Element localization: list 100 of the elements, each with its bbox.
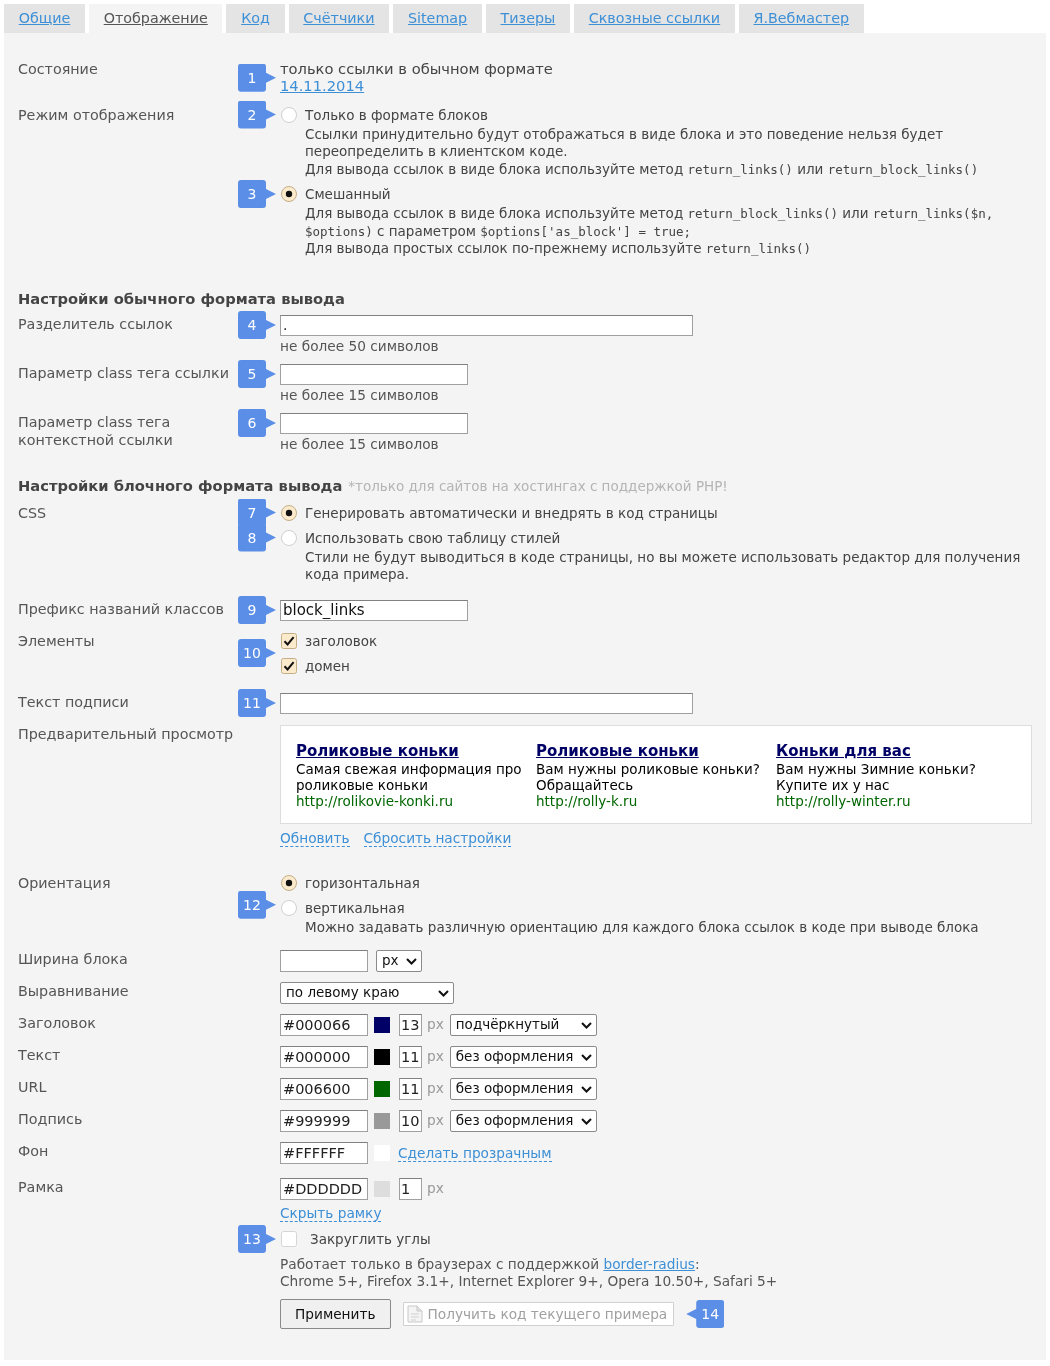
decoration-dropdown[interactable]: подчёркнутый: [449, 1014, 597, 1036]
field-label: Текст подписи: [18, 692, 129, 711]
ad-url-link[interactable]: http://rolikovie-konki.ru: [296, 792, 453, 810]
text-input[interactable]: #006600: [280, 1078, 368, 1100]
decoration-dropdown[interactable]: без оформления: [449, 1078, 597, 1100]
hint-text: не более 15 символов: [280, 435, 440, 453]
option-label: горизонтальная: [305, 873, 420, 892]
section-title: Настройки блочного формата вывода: [18, 476, 343, 494]
text-input[interactable]: 10: [399, 1110, 422, 1132]
text-input[interactable]: #DDDDDD: [280, 1178, 368, 1200]
number-callout: 3: [238, 180, 276, 208]
text-input[interactable]: [280, 950, 368, 972]
unit-label: px: [427, 1016, 444, 1034]
checkbox-label: домен: [305, 656, 350, 675]
ad-title-link[interactable]: Роликовые коньки: [296, 741, 459, 761]
section-title: Настройки обычного формата вывода: [18, 289, 345, 307]
text-input[interactable]: 1: [399, 1178, 422, 1200]
field-label: Ориентация: [18, 873, 111, 892]
text-input[interactable]: #000066: [280, 1014, 368, 1036]
checkbox[interactable]: [281, 1231, 297, 1247]
checkbox-label: Закруглить углы: [310, 1230, 431, 1248]
chevron-down-icon: [580, 1021, 592, 1029]
document-icon: [406, 1305, 423, 1323]
text-input[interactable]: 13: [399, 1014, 422, 1036]
text-input[interactable]: 11: [399, 1078, 422, 1100]
align-dropdown[interactable]: по левому краю: [280, 982, 454, 1004]
description-text: Для вывода ссылок в виде блока используйте метод return_links() или return_block_links(): [304, 160, 980, 178]
text-input[interactable]: 11: [399, 1046, 422, 1068]
ad-text: Вам нужны Зимние коньки? Купите их у нас: [776, 760, 977, 793]
number-callout: 9: [238, 596, 276, 624]
hint-text: не более 15 символов: [280, 386, 440, 404]
field-label: Разделитель ссылок: [18, 314, 173, 333]
field-label: Ширина блока: [18, 950, 128, 968]
checkbox[interactable]: [281, 657, 297, 674]
option-label: Использовать свою таблицу стилей: [305, 528, 561, 547]
radio-button[interactable]: [281, 529, 297, 546]
tab[interactable]: Отображение: [89, 4, 223, 33]
unit-dropdown[interactable]: px: [376, 950, 422, 972]
hint-text: не более 50 символов: [280, 337, 440, 355]
option-label: Только в формате блоков: [305, 105, 488, 124]
number-callout: 13: [238, 1225, 276, 1253]
description-text: Для вывода простых ссылок по-прежнему используйте return_links(): [304, 240, 813, 258]
number-callout: 5: [238, 360, 276, 388]
unit-label: px: [427, 1180, 444, 1198]
radio-button[interactable]: [281, 106, 297, 123]
number-callout: 6: [238, 409, 276, 437]
browser-list: Chrome 5+, Firefox 3.1+, Internet Explorer 9+, Opera 10.50+, Safari 5+: [280, 1273, 1032, 1290]
radio-button[interactable]: [281, 899, 297, 916]
radio-button[interactable]: [281, 186, 297, 202]
ad-title-link[interactable]: Коньки для вас: [776, 741, 911, 761]
unit-label: px: [427, 1112, 444, 1130]
field-label: Подпись: [18, 1110, 83, 1128]
submit-button[interactable]: Применить: [280, 1299, 391, 1329]
field-label: Предварительный просмотр: [18, 724, 234, 743]
field-label: Фон: [18, 1142, 49, 1160]
chevron-down-icon: [580, 1117, 592, 1125]
ad-url-link[interactable]: http://rolly-winter.ru: [776, 792, 911, 810]
number-callout: 4: [238, 311, 276, 339]
field-label: Элементы: [18, 631, 95, 650]
option-label: Генерировать автоматически и внедрять в код страницы: [305, 503, 718, 522]
chevron-down-icon: [438, 989, 449, 997]
decoration-dropdown[interactable]: без оформления: [449, 1110, 597, 1132]
text-input[interactable]: #999999: [280, 1110, 368, 1132]
number-callout: 14: [686, 1300, 725, 1328]
text-input[interactable]: [280, 363, 468, 385]
description-text: Стили не будут выводиться в коде страницы, но вы можете использовать редактор для получения кода примера.: [304, 548, 1022, 584]
checkbox[interactable]: [281, 632, 297, 649]
ad-text: Самая свежая информация про роликовые коньки: [296, 760, 523, 793]
text-input[interactable]: [280, 412, 468, 434]
number-callout: 11: [238, 689, 276, 717]
checkbox-label: заголовок: [305, 631, 378, 650]
description-text: Для вывода ссылок в виде блока используйте метод return_block_links() или return_links($n, $options) с параметром $options['as_block'] = true;: [304, 205, 995, 240]
field-label: Параметр class тега контекстной ссылки: [18, 412, 174, 449]
option-label: Смешанный: [305, 185, 391, 203]
radio-button[interactable]: [281, 504, 297, 521]
text-input[interactable]: [280, 692, 693, 714]
field-label: URL: [18, 1078, 47, 1096]
number-callout: 7: [238, 498, 276, 527]
text-input[interactable]: #FFFFFF: [280, 1142, 368, 1164]
text-input[interactable]: .: [280, 314, 693, 336]
ad-title-link[interactable]: Роликовые коньки: [536, 741, 699, 761]
description-text: Ссылки принудительно будут отображаться в виде блока и это поведение нельзя будет переопределить в клиентском коде.: [304, 125, 945, 161]
decoration-dropdown[interactable]: без оформления: [449, 1046, 597, 1068]
number-callout: 12: [238, 890, 276, 919]
chevron-down-icon: [580, 1085, 592, 1093]
field-label: Рамка: [18, 1178, 64, 1196]
support-text: Работает только в браузерах с поддержкой border-radius:: [280, 1256, 701, 1273]
number-callout: 8: [238, 523, 276, 552]
ad-url-link[interactable]: http://rolly-k.ru: [536, 792, 638, 810]
number-callout: 1: [238, 63, 276, 92]
ad-text: Вам нужны роликовые коньки? Обращайтесь: [536, 760, 761, 793]
field-label: Заголовок: [18, 1014, 96, 1032]
unit-label: px: [427, 1048, 444, 1066]
text-input[interactable]: #000000: [280, 1046, 368, 1068]
field-label: Выравнивание: [18, 982, 129, 1000]
radio-button[interactable]: [281, 874, 297, 891]
field-label: CSS: [18, 503, 47, 522]
field-label: Состояние: [18, 60, 98, 78]
text-input[interactable]: block_links: [280, 599, 468, 621]
chevron-down-icon: [406, 957, 417, 965]
